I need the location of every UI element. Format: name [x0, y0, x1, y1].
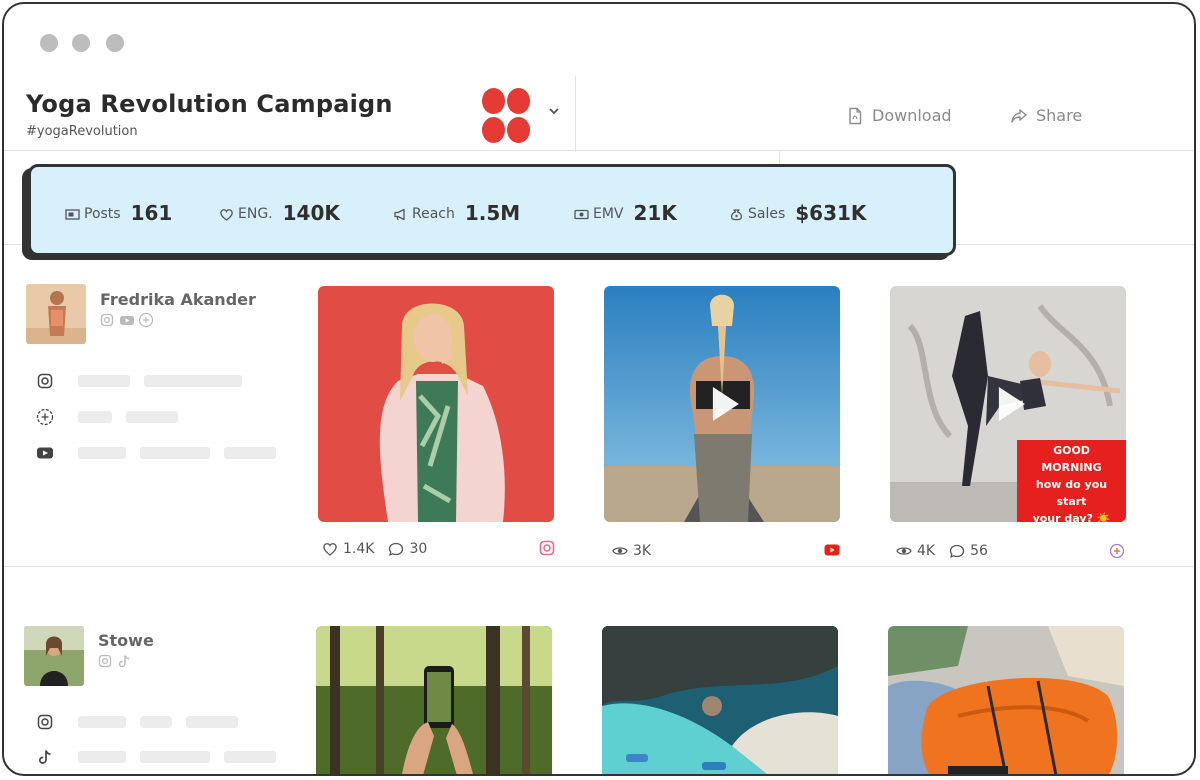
chevron-down-icon[interactable]: [546, 104, 562, 118]
stat-reach-value: 1.5M: [464, 201, 521, 225]
brand-logo[interactable]: [482, 88, 530, 144]
share-button[interactable]: Share: [1010, 106, 1082, 125]
share-label: Share: [1036, 106, 1083, 125]
stat-posts-value: 161: [130, 201, 173, 225]
overlay-line: how do you start: [1035, 478, 1108, 508]
post-thumbnail[interactable]: [888, 626, 1124, 774]
pdf-file-icon: [849, 107, 862, 124]
app-window: Yoga Revolution Campaign #yogaRevolution…: [2, 2, 1196, 776]
money-icon: [574, 209, 589, 220]
post-views: 3K: [633, 543, 652, 559]
post-likes: 1.4K: [343, 541, 375, 557]
play-icon[interactable]: [712, 387, 739, 421]
campaign-title: Yoga Revolution Campaign: [26, 90, 393, 118]
platform-row-tiktok: [34, 746, 290, 768]
post-metrics: 4K 56: [896, 543, 988, 559]
comment-icon: [389, 542, 404, 556]
instagram-icon: [98, 653, 112, 668]
post-caption-overlay: GOOD MORNING how do you start your day? …: [1017, 440, 1126, 522]
tiktok-icon: [34, 746, 56, 768]
megaphone-icon: [394, 208, 405, 221]
stat-sales-value: $631K: [795, 201, 867, 225]
snapchat-icon: [34, 406, 56, 428]
post-metrics: 3K: [612, 543, 651, 559]
post-thumbnail[interactable]: [602, 626, 838, 774]
download-button[interactable]: Download: [846, 106, 952, 125]
post-metrics: 1.4K 30: [322, 541, 427, 557]
campaign-stats-panel: Posts 161 ENG. 140K Reach 1.5M EMV 21K S…: [28, 164, 956, 256]
post-comments: 56: [970, 543, 988, 559]
instagram-icon: [34, 711, 56, 733]
download-label: Download: [872, 106, 952, 125]
platform-row-youtube: [34, 442, 290, 464]
window-minimize-dot[interactable]: [72, 34, 90, 52]
tiktok-icon: [117, 653, 131, 668]
stat-emv-value: 21K: [633, 201, 677, 225]
posts-icon: [65, 209, 80, 220]
avatar[interactable]: [24, 626, 84, 686]
header-divider: [4, 150, 1194, 151]
youtube-icon: [119, 312, 134, 326]
header-separator: [575, 76, 576, 152]
stat-emv: EMV 21K: [574, 201, 677, 225]
play-icon[interactable]: [998, 387, 1025, 421]
post-views: 4K: [917, 543, 936, 559]
stat-emv-label: EMV: [593, 205, 624, 222]
influencer-name[interactable]: Fredrika Akander: [100, 290, 256, 309]
share-arrow-icon: [1011, 108, 1027, 123]
instagram-icon: [34, 370, 56, 392]
stat-engagement: ENG. 140K: [219, 201, 340, 225]
post-thumbnail[interactable]: [316, 626, 552, 774]
stat-posts-label: Posts: [84, 205, 121, 222]
window-maximize-dot[interactable]: [106, 34, 124, 52]
influencer-name[interactable]: Stowe: [98, 631, 154, 650]
snapchat-icon: [138, 312, 154, 328]
youtube-icon: [34, 442, 56, 464]
stat-sales-label: Sales: [748, 205, 786, 222]
post-comments: 30: [409, 541, 428, 557]
window-close-dot[interactable]: [40, 34, 58, 52]
overlay-line: your day? ☀️: [1032, 512, 1111, 522]
stat-reach-label: Reach: [412, 205, 455, 222]
eye-icon: [896, 547, 912, 555]
campaign-hashtag: #yogaRevolution: [26, 124, 138, 139]
post-thumbnail[interactable]: GOOD MORNING how do you start your day? …: [890, 286, 1126, 522]
snapchat-icon: [1109, 543, 1125, 559]
post-thumbnail[interactable]: [318, 286, 554, 522]
row-divider: [4, 566, 1194, 567]
stat-reach: Reach 1.5M: [393, 201, 520, 225]
influencer-platforms: [98, 653, 131, 668]
stat-engagement-label: ENG.: [238, 205, 273, 222]
heart-icon: [220, 209, 233, 221]
platform-row-snapchat: [34, 406, 192, 428]
stat-posts: Posts 161: [65, 201, 172, 225]
instagram-icon: [100, 312, 114, 327]
stat-sales: Sales $631K: [729, 201, 866, 225]
instagram-icon: [539, 540, 555, 556]
eye-icon: [612, 547, 628, 555]
heart-icon: [323, 543, 337, 556]
avatar[interactable]: [26, 284, 86, 344]
money-bag-icon: [731, 209, 742, 221]
stat-engagement-value: 140K: [282, 201, 340, 225]
influencer-platforms: [100, 312, 154, 328]
comment-icon: [949, 544, 965, 558]
overlay-line: GOOD MORNING: [1041, 444, 1102, 474]
platform-row-instagram: [34, 711, 252, 733]
platform-row-instagram: [34, 370, 256, 392]
post-thumbnail[interactable]: [604, 286, 840, 522]
youtube-icon: [824, 544, 840, 556]
